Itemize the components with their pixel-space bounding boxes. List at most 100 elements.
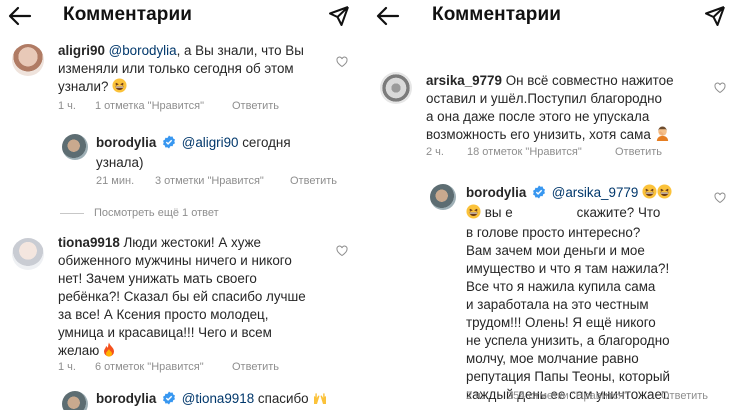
comment-username[interactable]: arsika_9779 [426, 73, 502, 88]
avatar[interactable] [380, 72, 412, 104]
comment-meta: 2 ч. 18 отметок "Нравится" Ответить [426, 146, 662, 158]
view-more-replies[interactable]: Посмотреть ещё 1 ответ [60, 207, 219, 219]
grinning-sweat-emoji [466, 204, 481, 224]
comment-meta: 1 ч. 6 отметок "Нравится" Ответить [58, 361, 279, 373]
reply-mention[interactable]: @aligri90 [182, 135, 239, 150]
comment-line: Люди жестоки! А хуже [123, 235, 261, 250]
person-facepalm-emoji [655, 126, 670, 146]
send-button[interactable] [326, 4, 352, 28]
reply-button[interactable]: Ответить [661, 390, 708, 402]
back-button[interactable] [6, 4, 34, 28]
comment-line: за все! А Ксения просто молодец, [58, 307, 269, 322]
heart-icon[interactable] [714, 192, 726, 204]
reply-line: имущество и что я там нажила?! [466, 261, 670, 276]
reply-line: молчу, мое молчание равно [466, 351, 639, 366]
comment-time: 1 ч. [58, 361, 76, 373]
comment-line: нет! Зачем унижать мать своего [58, 271, 257, 286]
grinning-sweat-emoji [657, 184, 672, 204]
send-button[interactable] [702, 4, 728, 28]
heart-icon[interactable] [714, 82, 726, 94]
direct-send-icon [705, 6, 725, 26]
view-more-label: Посмотреть ещё 1 ответ [94, 207, 219, 219]
avatar[interactable] [62, 134, 88, 160]
reply-username[interactable]: borodylia [466, 185, 526, 200]
reply-line: сегодня [238, 135, 291, 150]
comment-time: 1 ч. [58, 100, 76, 112]
comment-line: а она даже после этого не упускала [426, 109, 650, 124]
page-title: Комментарии [432, 4, 562, 25]
direct-send-icon [329, 6, 349, 26]
reply-line: в голове просто интересно? [466, 225, 641, 240]
reply-line: Все что я нажила купила сама [466, 279, 656, 294]
comment-username[interactable]: tiona9918 [58, 235, 120, 250]
raising-hands-emoji [312, 391, 328, 410]
reply-time: 21 мин. [96, 175, 135, 187]
comments-panel-right: Комментарии arsika_9779 Он всё совместно… [368, 0, 730, 410]
grinning-sweat-emoji [112, 78, 127, 98]
reply-button[interactable]: Ответить [232, 100, 279, 112]
reply-button[interactable]: Ответить [615, 146, 662, 158]
reply-line: вы е [484, 205, 513, 220]
comment-likes[interactable]: 1 отметка "Нравится" [95, 100, 232, 112]
reply-line: спасибо [254, 391, 309, 406]
reply-likes[interactable]: 254 отметки "Нравится" [507, 390, 661, 402]
reply-line: не успела унизить, а благородно [466, 333, 670, 348]
avatar[interactable] [62, 391, 88, 410]
verified-badge-icon [532, 185, 546, 204]
reply-line: и заработала на это честным [466, 297, 649, 312]
avatar[interactable] [430, 184, 456, 210]
reply-meta: 2 ч. 254 отметки "Нравится" Ответить [466, 390, 708, 402]
verified-badge-icon [162, 135, 176, 154]
comment-meta: 1 ч. 1 отметка "Нравится" Ответить [58, 100, 279, 112]
reply-mention[interactable]: @tiona9918 [182, 391, 254, 406]
comment-likes[interactable]: 18 отметок "Нравится" [467, 146, 615, 158]
reply-username[interactable]: borodylia [96, 135, 156, 150]
comment-line: , а Вы знали, что Вы [176, 43, 304, 58]
reply-button[interactable]: Ответить [290, 175, 337, 187]
heart-icon[interactable] [336, 56, 348, 68]
reply-meta: 21 мин. 3 отметки "Нравится" Ответить [96, 175, 337, 187]
comment-username[interactable]: aligri90 [58, 43, 105, 58]
comment-time: 2 ч. [426, 146, 444, 158]
reply-text: borodylia @arsika_9779 вы е скажите? Что … [466, 184, 716, 404]
comment-mention[interactable]: @borodylia [109, 43, 177, 58]
fire-emoji [103, 342, 115, 362]
header: Комментарии [368, 0, 730, 34]
avatar[interactable] [12, 44, 44, 76]
comment-line: узнали? [58, 79, 109, 94]
arrow-left-icon [8, 6, 32, 26]
reply-username[interactable]: borodylia [96, 391, 156, 406]
reply-line: узнала) [96, 155, 144, 170]
heart-icon[interactable] [336, 245, 348, 257]
header: Комментарии [0, 0, 358, 34]
comment-text: tiona9918 Люди жестоки! А хуже обиженног… [58, 234, 338, 362]
reply-mention[interactable]: @arsika_9779 [552, 185, 639, 200]
comment-line: Он всё совместно нажитое [505, 73, 674, 88]
reply-line: скажите? Что [576, 205, 661, 220]
comment-line: оставил и ушёл.Поступил благородно [426, 91, 662, 106]
comment-line: возможность его унизить, хотя сама [426, 127, 651, 142]
arrow-left-icon [376, 6, 400, 26]
comment-line: ребёнка?! Сказал бы ей спасибо лучше [58, 289, 306, 304]
comment-line: желаю [58, 343, 100, 358]
comment-text: arsika_9779 Он всё совместно нажитое ост… [426, 72, 716, 146]
comment-line: умница и красавица!!! Чего и всем [58, 325, 272, 340]
comment-line: обиженного мужчины ничего и никого [58, 253, 292, 268]
reply-time: 2 ч. [466, 390, 484, 402]
back-button[interactable] [374, 4, 402, 28]
page-title: Комментарии [63, 4, 193, 25]
avatar[interactable] [12, 238, 44, 270]
divider [60, 212, 84, 214]
comment-text: aligri90 @borodylia, а Вы знали, что Вы … [58, 42, 338, 98]
grinning-sweat-emoji [642, 184, 657, 204]
reply-text: borodylia @tiona9918 спасибо [96, 390, 346, 410]
comment-likes[interactable]: 6 отметок "Нравится" [95, 361, 232, 373]
reply-line: репутация Папы Теоны, который [466, 369, 670, 384]
reply-line: трудом!!! Олень! Я ещё никого [466, 315, 656, 330]
reply-line: Вам зачем мои деньги и мое [466, 243, 645, 258]
comment-line: изменяли или только сегодня об этом [58, 61, 294, 76]
reply-likes[interactable]: 3 отметки "Нравится" [155, 175, 290, 187]
reply-button[interactable]: Ответить [232, 361, 279, 373]
comments-panel-left: Комментарии aligri90 @borodylia, а Вы зн… [0, 0, 358, 410]
verified-badge-icon [162, 391, 176, 410]
